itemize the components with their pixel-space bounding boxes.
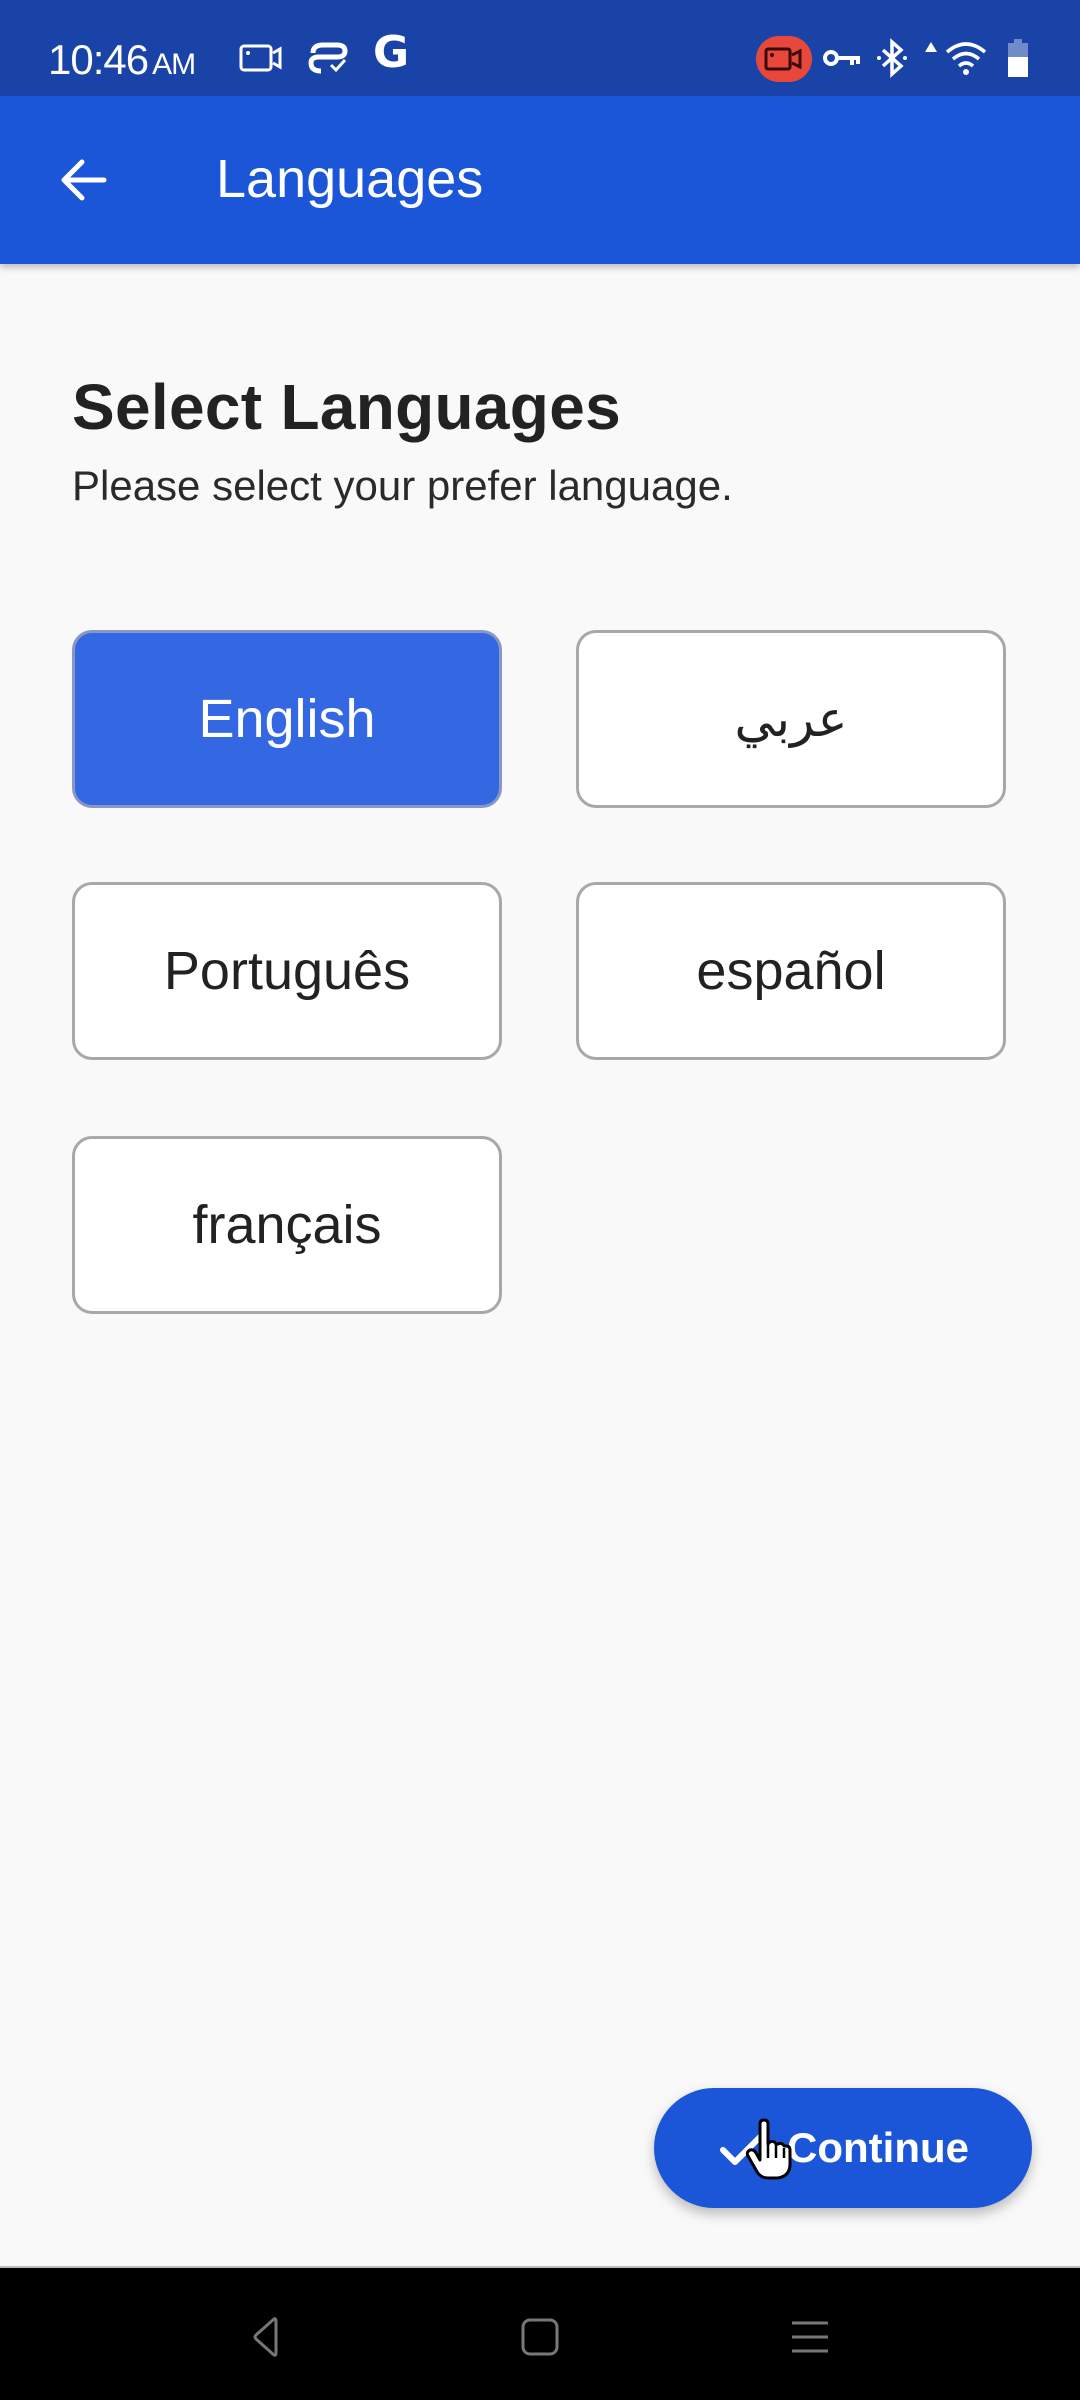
nav-back-button[interactable] xyxy=(236,2312,296,2362)
continue-label: Continue xyxy=(787,2124,969,2171)
recording-icon xyxy=(756,36,812,82)
back-button[interactable] xyxy=(44,140,124,220)
language-option-spanish[interactable]: español xyxy=(576,882,1006,1060)
page-subheading: Please select your prefer language. xyxy=(72,462,733,509)
app-title: Languages xyxy=(216,149,484,209)
language-option-french[interactable]: français xyxy=(72,1136,502,1314)
wifi-icon xyxy=(944,38,988,78)
battery-icon xyxy=(1006,38,1030,78)
status-time: 10:46 AM xyxy=(48,36,196,84)
nav-home-icon xyxy=(521,2318,559,2356)
hand-pointer-cursor-icon xyxy=(745,2118,792,2180)
arrow-back-icon xyxy=(61,159,107,201)
signal-icon xyxy=(924,38,938,78)
language-option-english[interactable]: English xyxy=(72,630,502,808)
screen-record-icon xyxy=(238,38,284,78)
page-heading: Select Languages xyxy=(72,371,621,443)
nav-recents-button[interactable] xyxy=(780,2312,840,2362)
google-icon: G xyxy=(372,26,410,78)
sync-check-icon xyxy=(306,38,350,78)
clock-time: 10:46 xyxy=(48,36,149,83)
app-bar: Languages xyxy=(0,96,1080,264)
language-option-arabic[interactable]: عربي xyxy=(576,630,1006,808)
vpn-key-icon xyxy=(822,38,862,78)
language-option-portuguese[interactable]: Português xyxy=(72,882,502,1060)
nav-home-button[interactable] xyxy=(510,2312,570,2362)
bluetooth-icon xyxy=(874,38,910,78)
clock-ampm: AM xyxy=(152,48,196,81)
status-bar: 10:46 AM G xyxy=(0,0,1080,96)
nav-recents-icon xyxy=(792,2321,828,2353)
continue-button[interactable]: Continue xyxy=(654,2088,1032,2208)
system-nav-bar xyxy=(0,2266,1080,2400)
nav-back-icon xyxy=(253,2317,278,2357)
